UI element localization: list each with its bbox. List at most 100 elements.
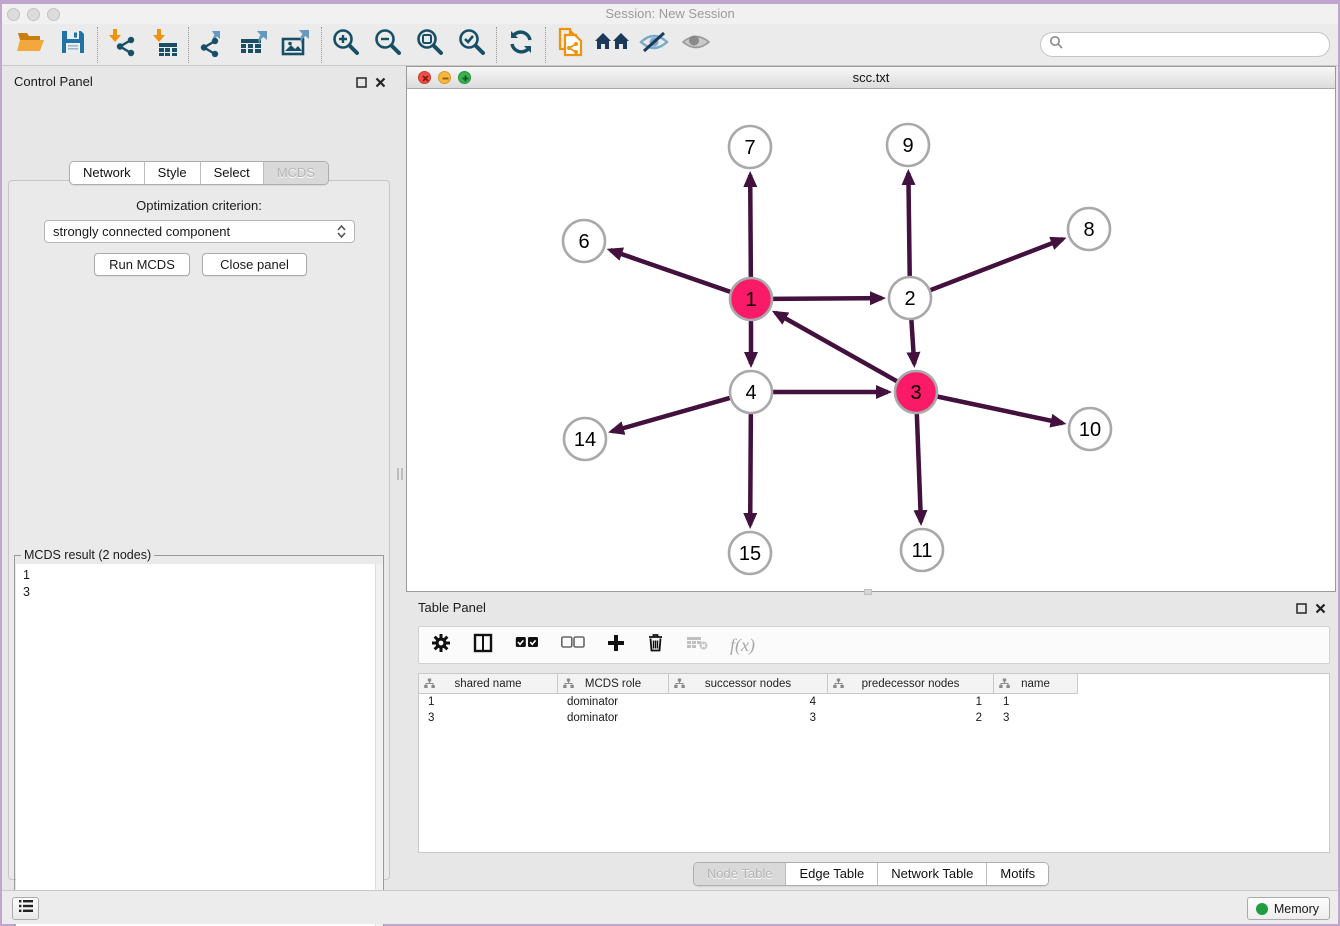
graph-edge-1-7[interactable] bbox=[750, 175, 751, 278]
column-header-shared-name[interactable]: shared name bbox=[419, 674, 558, 694]
eye-icon bbox=[680, 29, 712, 60]
graph-edge-1-6[interactable] bbox=[610, 250, 731, 292]
tab-style[interactable]: Style bbox=[145, 162, 201, 184]
table-cell[interactable]: 3 bbox=[669, 712, 828, 724]
graph-node-15[interactable]: 15 bbox=[729, 532, 771, 574]
search-input[interactable] bbox=[1040, 32, 1330, 57]
graph-edge-3-1[interactable] bbox=[775, 313, 897, 382]
optimization-criterion-select[interactable]: strongly connected component bbox=[44, 220, 355, 243]
zoom-fit-icon bbox=[415, 27, 445, 62]
float-panel-icon[interactable] bbox=[1296, 601, 1307, 619]
save-session-button[interactable] bbox=[52, 27, 94, 63]
memory-button[interactable]: Memory bbox=[1247, 897, 1330, 920]
task-history-button[interactable] bbox=[12, 897, 39, 920]
graph-edge-2-3[interactable] bbox=[911, 319, 914, 364]
select-all-icon[interactable] bbox=[515, 636, 539, 654]
node-table[interactable]: shared nameMCDS rolesuccessor nodesprede… bbox=[418, 673, 1330, 853]
refresh-layout-button[interactable] bbox=[500, 27, 542, 63]
column-type-icon bbox=[563, 678, 574, 692]
zoom-out-button[interactable] bbox=[367, 27, 409, 63]
table-cell[interactable]: 2 bbox=[828, 712, 994, 724]
open-file-button[interactable] bbox=[10, 27, 52, 63]
graph-node-8[interactable]: 8 bbox=[1068, 208, 1110, 250]
zoom-fit-button[interactable] bbox=[409, 27, 451, 63]
graph-node-11[interactable]: 11 bbox=[901, 529, 943, 571]
close-panel-icon[interactable] bbox=[1315, 601, 1326, 619]
tab-mcds[interactable]: MCDS bbox=[264, 162, 328, 184]
graph-node-4[interactable]: 4 bbox=[730, 371, 772, 413]
graph-node-3[interactable]: 3 bbox=[895, 371, 937, 413]
float-panel-icon[interactable] bbox=[356, 75, 367, 93]
close-panel-button[interactable]: Close panel bbox=[202, 253, 307, 276]
table-cell[interactable]: 4 bbox=[669, 696, 828, 708]
tab-network[interactable]: Network bbox=[70, 162, 145, 184]
search-icon bbox=[1049, 35, 1063, 54]
export-table-button[interactable] bbox=[234, 27, 276, 63]
graph-node-9[interactable]: 9 bbox=[887, 124, 929, 166]
graph-edge-3-10[interactable] bbox=[937, 396, 1063, 423]
table-cell[interactable]: 3 bbox=[419, 712, 558, 724]
mcds-result-textarea[interactable]: 1 3 bbox=[16, 564, 382, 926]
graph-node-2[interactable]: 2 bbox=[889, 277, 931, 319]
tab-node-table[interactable]: Node Table bbox=[694, 863, 787, 885]
deselect-all-icon[interactable] bbox=[561, 636, 585, 654]
table-cell[interactable]: dominator bbox=[558, 712, 669, 724]
zoom-in-button[interactable] bbox=[325, 27, 367, 63]
column-header-successor-nodes[interactable]: successor nodes bbox=[669, 674, 828, 694]
column-header-predecessor-nodes[interactable]: predecessor nodes bbox=[828, 674, 994, 694]
graph-node-label: 9 bbox=[902, 135, 913, 157]
toolbar-separator bbox=[321, 27, 322, 63]
graph-node-10[interactable]: 10 bbox=[1069, 408, 1111, 450]
column-header-MCDS-role[interactable]: MCDS role bbox=[558, 674, 669, 694]
graph-edge-2-8[interactable] bbox=[930, 239, 1063, 290]
split-columns-icon[interactable] bbox=[473, 633, 493, 658]
network-graph[interactable]: 1 2 3 4 6 7 8 9 10 11 14 15 bbox=[407, 89, 1335, 591]
optimization-criterion-value: strongly connected component bbox=[53, 224, 230, 239]
export-network-icon bbox=[198, 27, 228, 62]
open-file-icon bbox=[16, 29, 46, 60]
column-type-icon bbox=[999, 678, 1010, 692]
import-table-button[interactable] bbox=[143, 27, 185, 63]
graph-node-1[interactable]: 1 bbox=[730, 278, 772, 320]
show-all-button[interactable] bbox=[675, 27, 717, 63]
export-network-button[interactable] bbox=[192, 27, 234, 63]
panel-resize-handle[interactable] bbox=[397, 468, 403, 480]
close-panel-icon[interactable] bbox=[375, 75, 386, 93]
add-column-icon[interactable] bbox=[607, 634, 625, 657]
tab-motifs[interactable]: Motifs bbox=[987, 863, 1048, 885]
table-cell[interactable]: 3 bbox=[994, 712, 1078, 724]
gear-icon[interactable] bbox=[431, 633, 451, 658]
table-cell[interactable]: 1 bbox=[419, 696, 558, 708]
graph-edge-2-9[interactable] bbox=[908, 173, 909, 277]
app-title: Session: New Session bbox=[2, 6, 1338, 21]
network-view-window: scc.txt 1 2 3 4 6 7 8 9 10 11 14 15 bbox=[406, 66, 1336, 592]
tab-edge-table[interactable]: Edge Table bbox=[786, 863, 878, 885]
graph-node-6[interactable]: 6 bbox=[563, 220, 605, 262]
result-scrollbar[interactable] bbox=[375, 564, 383, 926]
tab-network-table[interactable]: Network Table bbox=[878, 863, 987, 885]
clone-network-button[interactable] bbox=[549, 27, 591, 63]
export-image-button[interactable] bbox=[276, 27, 318, 63]
import-network-button[interactable] bbox=[101, 27, 143, 63]
table-cell[interactable]: 1 bbox=[828, 696, 994, 708]
graph-node-7[interactable]: 7 bbox=[729, 126, 771, 168]
graph-edge-4-14[interactable] bbox=[612, 398, 731, 432]
table-cell[interactable]: 1 bbox=[994, 696, 1078, 708]
graph-node-14[interactable]: 14 bbox=[564, 418, 606, 460]
graph-edge-3-11[interactable] bbox=[917, 413, 921, 522]
network-window-titlebar[interactable]: scc.txt bbox=[407, 67, 1335, 89]
delete-icon[interactable] bbox=[647, 633, 664, 657]
tab-select[interactable]: Select bbox=[201, 162, 264, 184]
run-mcds-button[interactable]: Run MCDS bbox=[94, 253, 190, 276]
home-home-icon-button[interactable] bbox=[591, 27, 633, 63]
table-row[interactable]: 1dominator411 bbox=[419, 694, 1329, 710]
zoom-selected-button[interactable] bbox=[451, 27, 493, 63]
column-header-name[interactable]: name bbox=[994, 674, 1078, 694]
network-canvas[interactable]: 1 2 3 4 6 7 8 9 10 11 14 15 bbox=[407, 89, 1335, 591]
table-row[interactable]: 3dominator323 bbox=[419, 710, 1329, 726]
hide-selected-button[interactable] bbox=[633, 27, 675, 63]
table-cell[interactable]: dominator bbox=[558, 696, 669, 708]
graph-edge-4-15[interactable] bbox=[750, 413, 751, 525]
graph-edge-1-2[interactable] bbox=[772, 298, 882, 299]
desktop: Session: New Session bbox=[0, 0, 1340, 926]
